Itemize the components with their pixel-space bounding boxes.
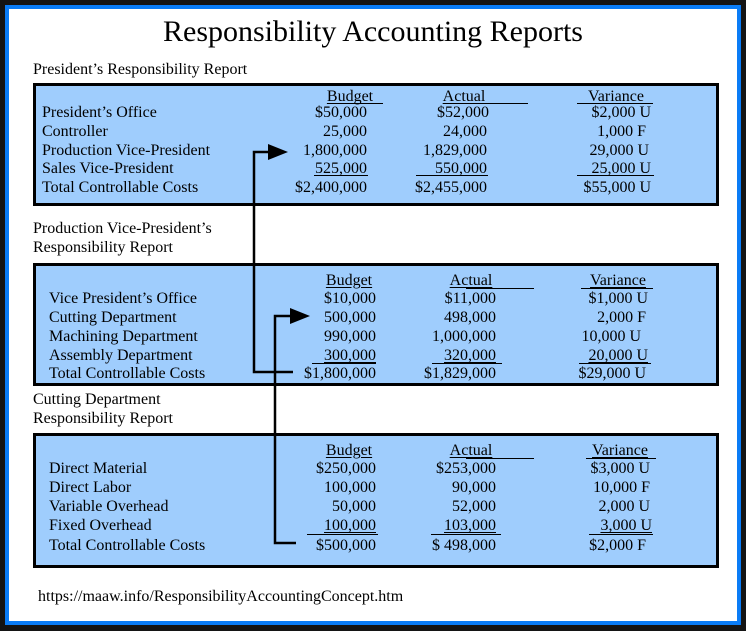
row-label: Vice President’s Office (49, 290, 198, 307)
actual-value: $ 498,000 (432, 537, 496, 554)
production-vp-report-label-line-2: Responsibility Report (33, 239, 173, 256)
variance-value: 3,000 U (600, 517, 652, 534)
budget-value: $250,000 (316, 460, 376, 477)
variance-value: 1,000 F (597, 123, 646, 140)
row-label: Total Controllable Costs (49, 365, 206, 382)
budget-value: $50,000 (315, 104, 367, 121)
budget-value: 500,000 (324, 309, 376, 326)
production-vp-report-box: Budget Actual Variance Vice President’s … (33, 263, 719, 386)
actual-value: $2,455,000 (415, 179, 487, 196)
budget-value: 25,000 (323, 123, 367, 140)
budget-value: $1,800,000 (304, 365, 376, 382)
variance-value: 2,000 F (597, 309, 646, 326)
variance-total-rule (577, 175, 654, 176)
budget-value: 1,800,000 (303, 142, 367, 159)
row-label: Variable Overhead (49, 498, 169, 515)
row-label: Total Controllable Costs (49, 537, 206, 554)
budget-value: $10,000 (324, 290, 376, 307)
budget-total-rule (307, 534, 378, 535)
cutting-dept-report-label-line-1: Cutting Department (33, 391, 161, 408)
actual-value: 1,000,000 (432, 328, 496, 345)
budget-value: $500,000 (316, 537, 376, 554)
row-label: Direct Material (49, 460, 148, 477)
variance-value: 2,000 U (598, 498, 650, 515)
row-label: Controller (42, 123, 108, 140)
cutting-dept-report-label-line-2: Responsibility Report (33, 410, 173, 427)
source-url-link[interactable]: https://maaw.info/ResponsibilityAccounti… (38, 587, 403, 606)
variance-value: 10,000 U (581, 328, 641, 345)
actual-value: 1,829,000 (423, 142, 487, 159)
variance-value: $3,000 U (590, 460, 650, 477)
budget-value: 50,000 (332, 498, 376, 515)
budget-value: 100,000 (324, 517, 376, 534)
variance-value: 29,000 U (589, 142, 649, 159)
variance-total-rule (589, 534, 653, 535)
budget-total-rule (314, 175, 368, 176)
row-label: Production Vice-President (42, 142, 211, 159)
production-vp-report-label-line-1: Production Vice-President’s (33, 220, 212, 237)
actual-value: 90,000 (452, 479, 496, 496)
row-label: Assembly Department (49, 347, 193, 364)
actual-value: $1,829,000 (424, 365, 496, 382)
variance-value: 10,000 F (593, 479, 650, 496)
actual-value: 103,000 (444, 517, 496, 534)
page-title: Responsibility Accounting Reports (163, 15, 583, 48)
row-label: Total Controllable Costs (42, 179, 199, 196)
actual-value: 498,000 (444, 309, 496, 326)
actual-value: $253,000 (436, 460, 496, 477)
variance-value: $29,000 U (578, 365, 646, 382)
actual-total-rule (431, 534, 501, 535)
row-label: Direct Labor (49, 479, 132, 496)
variance-value: $2,000 F (589, 537, 646, 554)
president-report-box: Budget Actual Variance President’s Offic… (33, 83, 719, 206)
budget-header: Budget (325, 272, 373, 289)
actual-value: 52,000 (452, 498, 496, 515)
variance-value: $55,000 U (583, 179, 651, 196)
actual-value: $11,000 (444, 290, 496, 307)
president-report-label: President’s Responsibility Report (33, 61, 248, 78)
budget-value: $2,400,000 (295, 179, 367, 196)
row-label: Sales Vice-President (42, 160, 174, 177)
cutting-dept-report-box: Budget Actual Variance Direct Material $… (33, 433, 719, 568)
variance-value: $2,000 U (591, 104, 651, 121)
budget-header: Budget (325, 442, 373, 459)
row-label: Cutting Department (49, 309, 177, 326)
budget-value: 100,000 (324, 479, 376, 496)
actual-total-rule (416, 175, 488, 176)
actual-value: $52,000 (437, 104, 489, 121)
row-label: Machining Department (49, 328, 198, 345)
row-label: Fixed Overhead (49, 517, 152, 534)
budget-value: 990,000 (324, 328, 376, 345)
row-label: President’s Office (42, 104, 157, 121)
actual-value: 24,000 (443, 123, 487, 140)
variance-value: $1,000 U (588, 290, 648, 307)
